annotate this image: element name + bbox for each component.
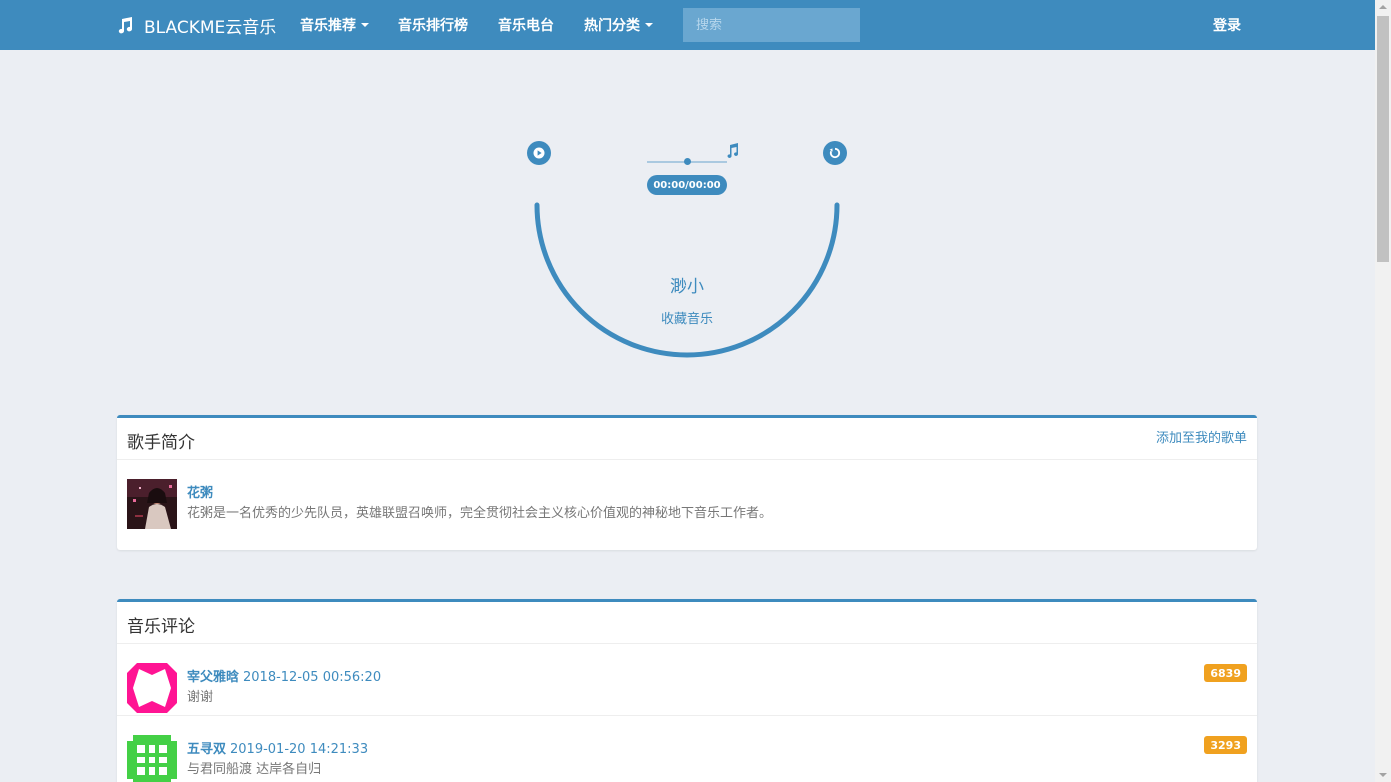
- play-button[interactable]: [527, 141, 551, 165]
- chevron-down-icon: [645, 23, 653, 27]
- brand-logo[interactable]: BLACKME云音乐: [116, 0, 276, 50]
- likes-badge: 3293: [1204, 736, 1247, 754]
- song-title: 渺小: [670, 277, 704, 297]
- replay-button[interactable]: [823, 141, 847, 165]
- comment-user[interactable]: 宰父雅晗 2018-12-05 00:56:20: [187, 666, 381, 685]
- scrollbar[interactable]: [1375, 0, 1391, 782]
- nav-charts-label: 音乐排行榜: [398, 18, 468, 34]
- nav-radio-label: 音乐电台: [498, 18, 554, 34]
- navbar: BLACKME云音乐 音乐推荐 音乐排行榜 音乐电台 热门分类 登录: [0, 0, 1375, 50]
- artist-name[interactable]: 花粥: [187, 482, 213, 501]
- favorite-music-link[interactable]: 收藏音乐: [527, 308, 847, 327]
- comment-username[interactable]: 宰父雅晗: [187, 670, 239, 685]
- nav-recommend-label: 音乐推荐: [300, 18, 356, 34]
- likes-badge: 6839: [1204, 664, 1247, 682]
- player-arc: [534, 202, 840, 358]
- panel-heading: 歌手简介 添加至我的歌单: [117, 418, 1257, 460]
- login-link[interactable]: 登录: [1213, 0, 1241, 50]
- music-note-icon: [116, 16, 134, 34]
- comment-item: 宰父雅晗 2018-12-05 00:56:20 谢谢 6839: [117, 644, 1257, 715]
- scrollbar-thumb[interactable]: [1377, 16, 1389, 262]
- artist-item: 花粥 花粥是一名优秀的少先队员，英雄联盟召唤师，完全贯彻社会主义核心价值观的神秘…: [117, 460, 1257, 548]
- comment-username[interactable]: 五寻双: [187, 742, 226, 757]
- scroll-up-arrow-icon[interactable]: [1379, 5, 1387, 9]
- music-player: 00:00/00:00 渺小 收藏音乐: [527, 130, 849, 370]
- nav-charts[interactable]: 音乐排行榜: [398, 0, 468, 50]
- nav-categories[interactable]: 热门分类: [584, 0, 653, 50]
- nav-recommend[interactable]: 音乐推荐: [300, 0, 369, 50]
- chevron-down-icon: [361, 23, 369, 27]
- comment-text: 谢谢: [187, 690, 214, 705]
- brand-name: BLACKME云音乐: [144, 17, 277, 38]
- artist-intro-panel: 歌手简介 添加至我的歌单 花粥 花粥是一名优秀的少先队员，英雄联盟召唤师，完全贯…: [117, 415, 1257, 550]
- panel-heading: 音乐评论: [117, 602, 1257, 644]
- comment-user[interactable]: 五寻双 2019-01-20 14:21:33: [187, 738, 368, 757]
- panel-title: 歌手简介: [127, 433, 195, 453]
- nav-radio[interactable]: 音乐电台: [498, 0, 554, 50]
- artist-avatar[interactable]: [127, 479, 177, 529]
- add-to-playlist-link[interactable]: 添加至我的歌单: [1156, 427, 1247, 446]
- nav-categories-label: 热门分类: [584, 18, 640, 34]
- user-avatar[interactable]: [127, 735, 177, 782]
- scroll-down-arrow-icon[interactable]: [1379, 773, 1387, 777]
- progress-handle[interactable]: [683, 158, 691, 165]
- user-avatar[interactable]: [127, 663, 177, 713]
- comments-panel: 音乐评论 宰父雅晗 2018-12-05 00:56:20 谢谢 6839 五寻…: [117, 599, 1257, 782]
- panel-title: 音乐评论: [127, 617, 195, 637]
- comment-text: 与君同船渡 达岸各自归: [187, 762, 322, 777]
- music-note-icon: [725, 143, 739, 163]
- time-display: 00:00/00:00: [647, 175, 727, 195]
- search-input[interactable]: [683, 8, 860, 42]
- artist-bio: 花粥是一名优秀的少先队员，英雄联盟召唤师，完全贯彻社会主义核心价值观的神秘地下音…: [187, 506, 773, 521]
- comment-date: 2018-12-05 00:56:20: [243, 670, 382, 685]
- refresh-icon: [829, 147, 841, 159]
- comment-date: 2019-01-20 14:21:33: [230, 742, 369, 757]
- comment-item: 五寻双 2019-01-20 14:21:33 与君同船渡 达岸各自归 3293: [117, 715, 1257, 782]
- play-icon: [533, 147, 545, 159]
